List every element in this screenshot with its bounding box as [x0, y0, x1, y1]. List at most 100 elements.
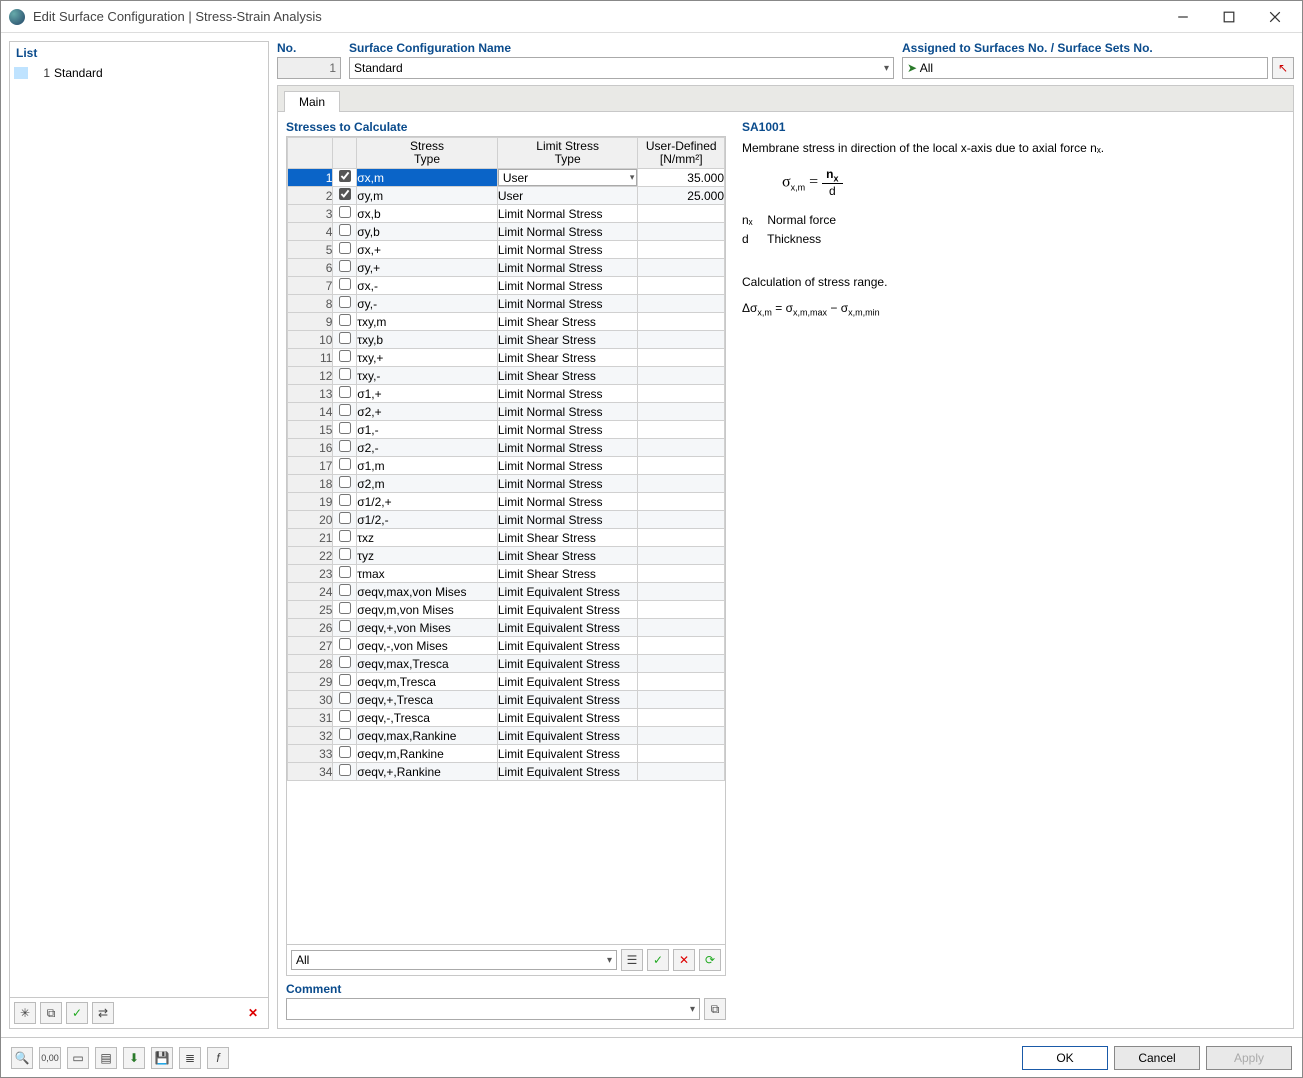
save-button[interactable]: 💾 — [151, 1047, 173, 1069]
grid-row-checkbox[interactable] — [339, 386, 351, 398]
grid-row-index[interactable]: 33 — [288, 745, 333, 763]
grid-cell-limit-type[interactable]: Limit Equivalent Stress — [497, 709, 638, 727]
grid-row-index[interactable]: 7 — [288, 277, 333, 295]
grid-cell-user-defined[interactable] — [638, 691, 725, 709]
grid-row-index[interactable]: 3 — [288, 205, 333, 223]
uncheck-all-grid-button[interactable]: ✕ — [673, 949, 695, 971]
grid-row[interactable]: 34σeqv,+,RankineLimit Equivalent Stress — [288, 763, 725, 781]
grid-cell-user-defined[interactable] — [638, 385, 725, 403]
grid-row-index[interactable]: 15 — [288, 421, 333, 439]
grid-row[interactable]: 17σ1,mLimit Normal Stress — [288, 457, 725, 475]
grid-row-index[interactable]: 4 — [288, 223, 333, 241]
grid-cell-user-defined[interactable] — [638, 565, 725, 583]
grid-cell-limit-type[interactable]: Limit Normal Stress — [497, 511, 638, 529]
grid-row-checkbox[interactable] — [339, 404, 351, 416]
grid-cell-stress-type[interactable]: σ2,+ — [357, 403, 498, 421]
grid-row[interactable]: 6σy,+Limit Normal Stress — [288, 259, 725, 277]
database-button[interactable]: ≣ — [179, 1047, 201, 1069]
grid-cell-limit-type[interactable]: Limit Equivalent Stress — [497, 637, 638, 655]
grid-row-index[interactable]: 14 — [288, 403, 333, 421]
grid-cell-stress-type[interactable]: σ1,- — [357, 421, 498, 439]
grid-row-index[interactable]: 26 — [288, 619, 333, 637]
grid-cell-user-defined[interactable] — [638, 673, 725, 691]
grid-cell-chk[interactable] — [333, 439, 357, 457]
grid-row-checkbox[interactable] — [339, 728, 351, 740]
grid-row-checkbox[interactable] — [339, 368, 351, 380]
grid-header-limit-type[interactable]: Limit Stress Type — [497, 138, 638, 169]
limit-type-dropdown[interactable]: User▾ — [498, 169, 638, 186]
grid-row-checkbox[interactable] — [339, 206, 351, 218]
grid-cell-limit-type[interactable]: Limit Normal Stress — [497, 259, 638, 277]
grid-row[interactable]: 2σy,mUser25.000 — [288, 187, 725, 205]
grid-cell-chk[interactable] — [333, 475, 357, 493]
grid-row[interactable]: 22τyzLimit Shear Stress — [288, 547, 725, 565]
grid-cell-chk[interactable] — [333, 457, 357, 475]
grid-row-checkbox[interactable] — [339, 494, 351, 506]
grid-cell-stress-type[interactable]: σeqv,m,Tresca — [357, 673, 498, 691]
config-list-item[interactable]: 1 Standard — [10, 64, 268, 82]
grid-cell-stress-type[interactable]: τxz — [357, 529, 498, 547]
grid-cell-stress-type[interactable]: σ2,- — [357, 439, 498, 457]
grid-cell-limit-type[interactable]: Limit Equivalent Stress — [497, 619, 638, 637]
grid-cell-user-defined[interactable] — [638, 475, 725, 493]
grid-row-checkbox[interactable] — [339, 764, 351, 776]
grid-cell-stress-type[interactable]: σeqv,m,Rankine — [357, 745, 498, 763]
grid-cell-user-defined[interactable]: 25.000 — [638, 187, 725, 205]
grid-row-index[interactable]: 2 — [288, 187, 333, 205]
grid-row-checkbox[interactable] — [339, 512, 351, 524]
grid-row-index[interactable]: 5 — [288, 241, 333, 259]
grid-cell-chk[interactable] — [333, 691, 357, 709]
grid-row-checkbox[interactable] — [339, 602, 351, 614]
grid-cell-chk[interactable] — [333, 601, 357, 619]
grid-row-checkbox[interactable] — [339, 296, 351, 308]
grid-cell-stress-type[interactable]: σeqv,max,Tresca — [357, 655, 498, 673]
grid-cell-limit-type[interactable]: Limit Equivalent Stress — [497, 655, 638, 673]
grid-row[interactable]: 30σeqv,+,TrescaLimit Equivalent Stress — [288, 691, 725, 709]
grid-row-checkbox[interactable] — [339, 638, 351, 650]
grid-row[interactable]: 16σ2,-Limit Normal Stress — [288, 439, 725, 457]
grid-row-checkbox[interactable] — [339, 674, 351, 686]
grid-cell-chk[interactable] — [333, 763, 357, 781]
grid-cell-user-defined[interactable] — [638, 259, 725, 277]
grid-cell-chk[interactable] — [333, 331, 357, 349]
copy-item-button[interactable]: ⧉ — [40, 1002, 62, 1024]
grid-cell-chk[interactable] — [333, 529, 357, 547]
grid-cell-stress-type[interactable]: σx,- — [357, 277, 498, 295]
grid-row[interactable]: 1σx,mUser▾35.000 — [288, 169, 725, 187]
grid-cell-chk[interactable] — [333, 349, 357, 367]
grid-cell-limit-type[interactable]: Limit Equivalent Stress — [497, 673, 638, 691]
grid-row-index[interactable]: 31 — [288, 709, 333, 727]
grid-row-checkbox[interactable] — [339, 260, 351, 272]
grid-cell-user-defined[interactable] — [638, 403, 725, 421]
grid-row-checkbox[interactable] — [339, 170, 351, 182]
grid-row-index[interactable]: 29 — [288, 673, 333, 691]
grid-row-checkbox[interactable] — [339, 656, 351, 668]
cancel-button[interactable]: Cancel — [1114, 1046, 1200, 1070]
grid-cell-user-defined[interactable] — [638, 241, 725, 259]
grid-cell-chk[interactable] — [333, 295, 357, 313]
grid-row[interactable]: 15σ1,-Limit Normal Stress — [288, 421, 725, 439]
grid-row[interactable]: 21τxzLimit Shear Stress — [288, 529, 725, 547]
grid-cell-chk[interactable] — [333, 385, 357, 403]
grid-cell-limit-type[interactable]: Limit Shear Stress — [497, 331, 638, 349]
grid-row-index[interactable]: 6 — [288, 259, 333, 277]
apply-button[interactable]: Apply — [1206, 1046, 1292, 1070]
grid-cell-stress-type[interactable]: σeqv,max,Rankine — [357, 727, 498, 745]
new-item-button[interactable]: ✳ — [14, 1002, 36, 1024]
grid-cell-chk[interactable] — [333, 277, 357, 295]
grid-cell-chk[interactable] — [333, 565, 357, 583]
grid-cell-chk[interactable] — [333, 547, 357, 565]
grid-row[interactable]: 4σy,bLimit Normal Stress — [288, 223, 725, 241]
grid-row-index[interactable]: 12 — [288, 367, 333, 385]
grid-row[interactable]: 23τmaxLimit Shear Stress — [288, 565, 725, 583]
grid-row-index[interactable]: 22 — [288, 547, 333, 565]
grid-cell-chk[interactable] — [333, 637, 357, 655]
grid-row[interactable]: 10τxy,bLimit Shear Stress — [288, 331, 725, 349]
grid-cell-user-defined[interactable] — [638, 439, 725, 457]
grid-cell-user-defined[interactable] — [638, 583, 725, 601]
grid-cell-chk[interactable] — [333, 205, 357, 223]
grid-row-index[interactable]: 21 — [288, 529, 333, 547]
grid-row-index[interactable]: 27 — [288, 637, 333, 655]
grid-cell-user-defined[interactable] — [638, 367, 725, 385]
pick-surfaces-button[interactable]: ↖ — [1272, 57, 1294, 79]
